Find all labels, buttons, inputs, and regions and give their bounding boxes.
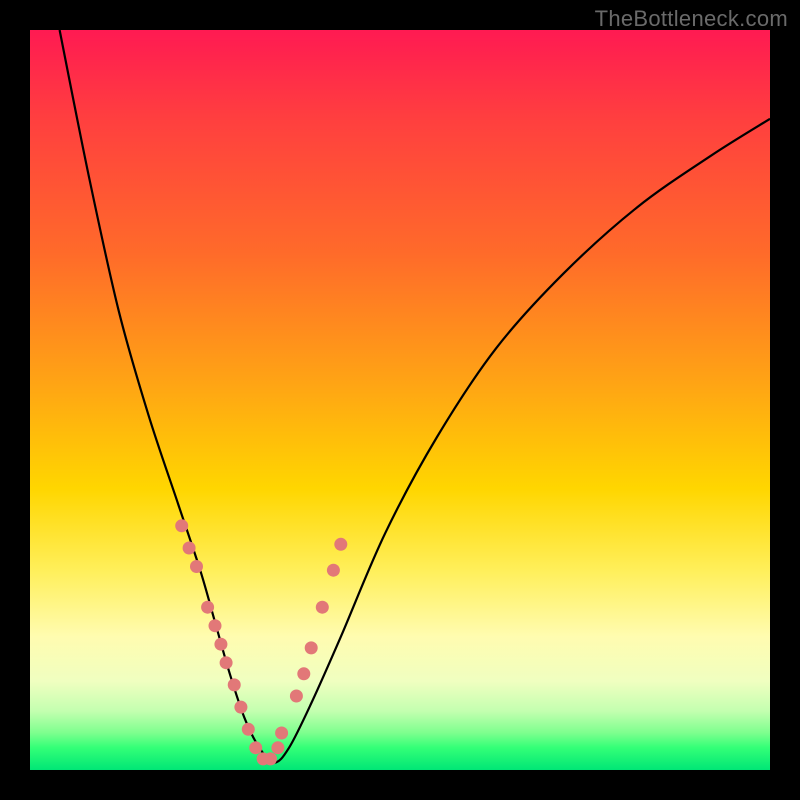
sample-marker	[175, 519, 188, 532]
sample-marker	[201, 601, 214, 614]
watermark-text: TheBottleneck.com	[595, 6, 788, 32]
sample-marker	[228, 678, 241, 691]
sample-marker	[220, 656, 233, 669]
sample-marker	[249, 741, 262, 754]
sample-marker	[271, 741, 284, 754]
sample-marker	[190, 560, 203, 573]
bottleneck-curve	[60, 30, 770, 763]
sample-marker	[183, 542, 196, 555]
sample-marker	[316, 601, 329, 614]
sample-marker	[334, 538, 347, 551]
sample-marker	[214, 638, 227, 651]
curve-svg	[30, 30, 770, 770]
sample-marker	[209, 619, 222, 632]
sample-marker	[297, 667, 310, 680]
sample-marker	[242, 723, 255, 736]
chart-frame: TheBottleneck.com	[0, 0, 800, 800]
sample-marker	[264, 752, 277, 765]
sample-marker	[305, 641, 318, 654]
sample-marker	[327, 564, 340, 577]
sample-marker	[275, 727, 288, 740]
sample-marker	[290, 690, 303, 703]
plot-area	[30, 30, 770, 770]
marker-group	[175, 519, 347, 765]
sample-marker	[234, 701, 247, 714]
